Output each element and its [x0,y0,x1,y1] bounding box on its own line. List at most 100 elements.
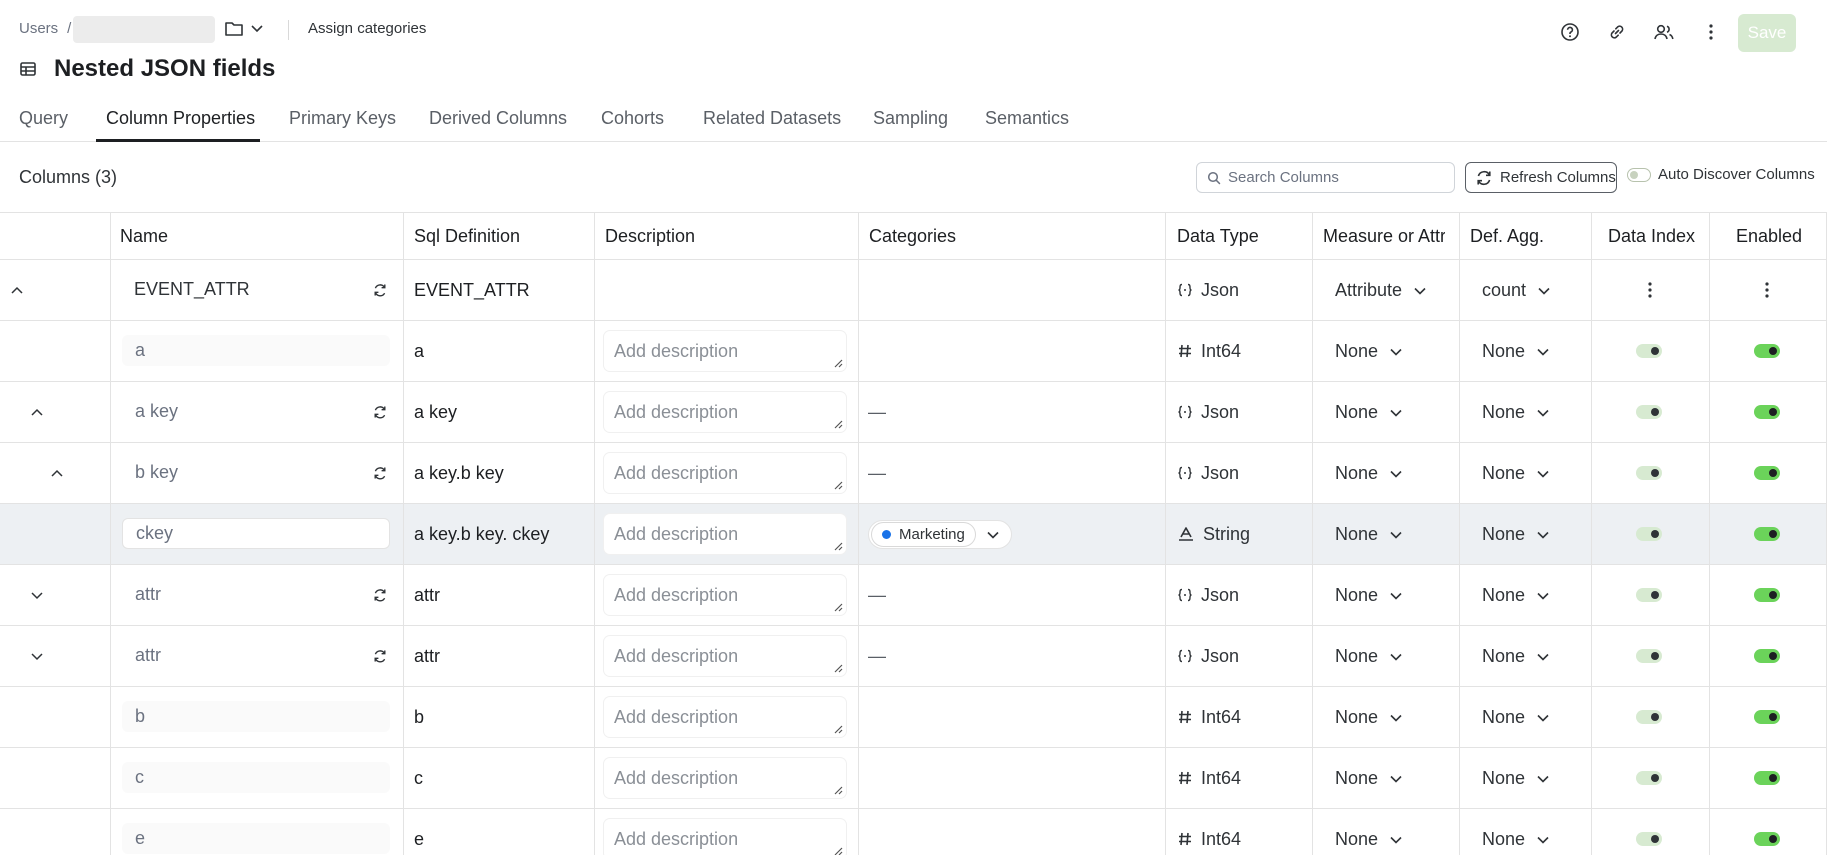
data-index-toggle[interactable] [1636,649,1662,663]
default-aggregation-dropdown[interactable]: None [1482,809,1550,855]
enabled-toggle[interactable] [1754,344,1780,358]
default-aggregation-dropdown[interactable]: count [1482,260,1551,320]
search-columns[interactable] [1196,162,1455,193]
header-categories[interactable]: Categories [869,213,956,260]
column-name-input[interactable]: e [122,823,390,854]
enabled-toggle[interactable] [1754,588,1780,602]
help-button[interactable] [1557,19,1583,45]
column-name-input[interactable]: attr [122,640,358,671]
measure-attribute-dropdown[interactable]: None [1335,443,1403,503]
column-name-input[interactable]: a [122,335,390,366]
column-name-input[interactable]: b key [122,457,358,488]
more-options-button[interactable] [1698,19,1724,45]
column-name-input[interactable]: a key [122,396,358,427]
measure-attribute-dropdown[interactable]: None [1335,382,1403,442]
data-index-toggle[interactable] [1636,832,1662,846]
measure-attribute-dropdown[interactable]: None [1335,809,1403,855]
header-sql-definition[interactable]: Sql Definition [414,213,520,260]
breadcrumb-redacted-segment[interactable] [73,16,215,43]
tab-related-datasets[interactable]: Related Datasets [703,108,841,129]
description-input[interactable]: Add description [604,514,846,554]
column-name-input[interactable]: EVENT_ATTR [121,274,357,305]
refresh-columns-button[interactable]: Refresh Columns [1465,162,1617,193]
default-aggregation-dropdown[interactable]: None [1482,321,1550,381]
header-name[interactable]: Name [120,213,168,260]
default-aggregation-dropdown[interactable]: None [1482,443,1550,503]
search-columns-input[interactable] [1228,169,1448,186]
description-input[interactable]: Add description [604,819,846,855]
tab-cohorts[interactable]: Cohorts [601,108,664,129]
folder-menu-button[interactable] [224,17,272,41]
reset-name-button[interactable] [372,260,388,320]
tab-sampling[interactable]: Sampling [873,108,948,129]
default-aggregation-dropdown[interactable]: None [1482,687,1550,747]
default-aggregation-dropdown[interactable]: None [1482,565,1550,625]
measure-attribute-dropdown[interactable]: None [1335,687,1403,747]
data-index-toggle[interactable] [1636,466,1662,480]
header-data-type[interactable]: Data Type [1177,213,1259,260]
description-input[interactable]: Add description [604,392,846,432]
data-index-toggle[interactable] [1636,710,1662,724]
measure-attribute-dropdown[interactable]: Attribute [1335,260,1427,320]
tab-derived-columns[interactable]: Derived Columns [429,108,567,129]
reset-name-button[interactable] [372,626,388,686]
category-chip[interactable]: Marketing [871,522,976,547]
description-input[interactable]: Add description [604,636,846,676]
categories-select[interactable]: Marketing [868,520,1012,549]
header-enabled[interactable]: Enabled [1736,213,1802,260]
default-aggregation-dropdown[interactable]: None [1482,382,1550,442]
expand-row-button[interactable] [30,626,44,686]
description-input[interactable]: Add description [604,453,846,493]
tab-primary-keys[interactable]: Primary Keys [289,108,396,129]
enabled-toggle[interactable] [1754,771,1780,785]
reset-name-button[interactable] [372,443,388,503]
header-description[interactable]: Description [605,213,695,260]
column-name-input[interactable]: attr [122,579,358,610]
tab-semantics[interactable]: Semantics [985,108,1069,129]
reset-name-button[interactable] [372,565,388,625]
tab-query[interactable]: Query [19,108,68,129]
data-index-toggle[interactable] [1636,588,1662,602]
column-name-input[interactable]: ckey [122,518,390,549]
enabled-toggle[interactable] [1754,710,1780,724]
column-name-input[interactable]: c [122,762,390,793]
measure-attribute-dropdown[interactable]: None [1335,748,1403,808]
header-def-agg[interactable]: Def. Agg. [1470,213,1544,260]
auto-discover-toggle[interactable] [1627,167,1651,182]
measure-attribute-dropdown[interactable]: None [1335,565,1403,625]
enabled-toggle[interactable] [1754,466,1780,480]
header-measure-or-attribute[interactable]: Measure or Attribute [1323,213,1445,260]
default-aggregation-dropdown[interactable]: None [1482,504,1550,564]
data-index-toggle[interactable] [1636,771,1662,785]
enabled-toggle[interactable] [1754,405,1780,419]
column-name-input[interactable]: b [122,701,390,732]
data-index-menu-button[interactable] [1640,280,1660,300]
header-data-index[interactable]: Data Index [1608,213,1695,260]
data-index-toggle[interactable] [1636,405,1662,419]
default-aggregation-dropdown[interactable]: None [1482,626,1550,686]
assign-categories-link[interactable]: Assign categories [308,20,426,37]
default-aggregation-dropdown[interactable]: None [1482,748,1550,808]
data-index-toggle[interactable] [1636,344,1662,358]
measure-attribute-dropdown[interactable]: None [1335,626,1403,686]
copy-link-button[interactable] [1604,19,1630,45]
share-users-button[interactable] [1651,19,1677,45]
breadcrumb-users-link[interactable]: Users [19,20,58,37]
enabled-menu-button[interactable] [1757,280,1777,300]
measure-attribute-dropdown[interactable]: None [1335,504,1403,564]
data-index-toggle[interactable] [1636,527,1662,541]
description-input[interactable]: Add description [604,697,846,737]
description-input[interactable]: Add description [604,331,846,371]
description-input[interactable]: Add description [604,575,846,615]
tab-column-properties[interactable]: Column Properties [106,108,255,129]
enabled-toggle[interactable] [1754,649,1780,663]
auto-discover-columns[interactable]: Auto Discover Columns [1627,166,1815,183]
expand-row-button[interactable] [30,565,44,625]
reset-name-button[interactable] [372,382,388,442]
enabled-toggle[interactable] [1754,527,1780,541]
save-button[interactable]: Save [1738,14,1796,52]
collapse-row-button[interactable] [10,260,24,320]
enabled-toggle[interactable] [1754,832,1780,846]
collapse-row-button[interactable] [30,382,44,442]
measure-attribute-dropdown[interactable]: None [1335,321,1403,381]
